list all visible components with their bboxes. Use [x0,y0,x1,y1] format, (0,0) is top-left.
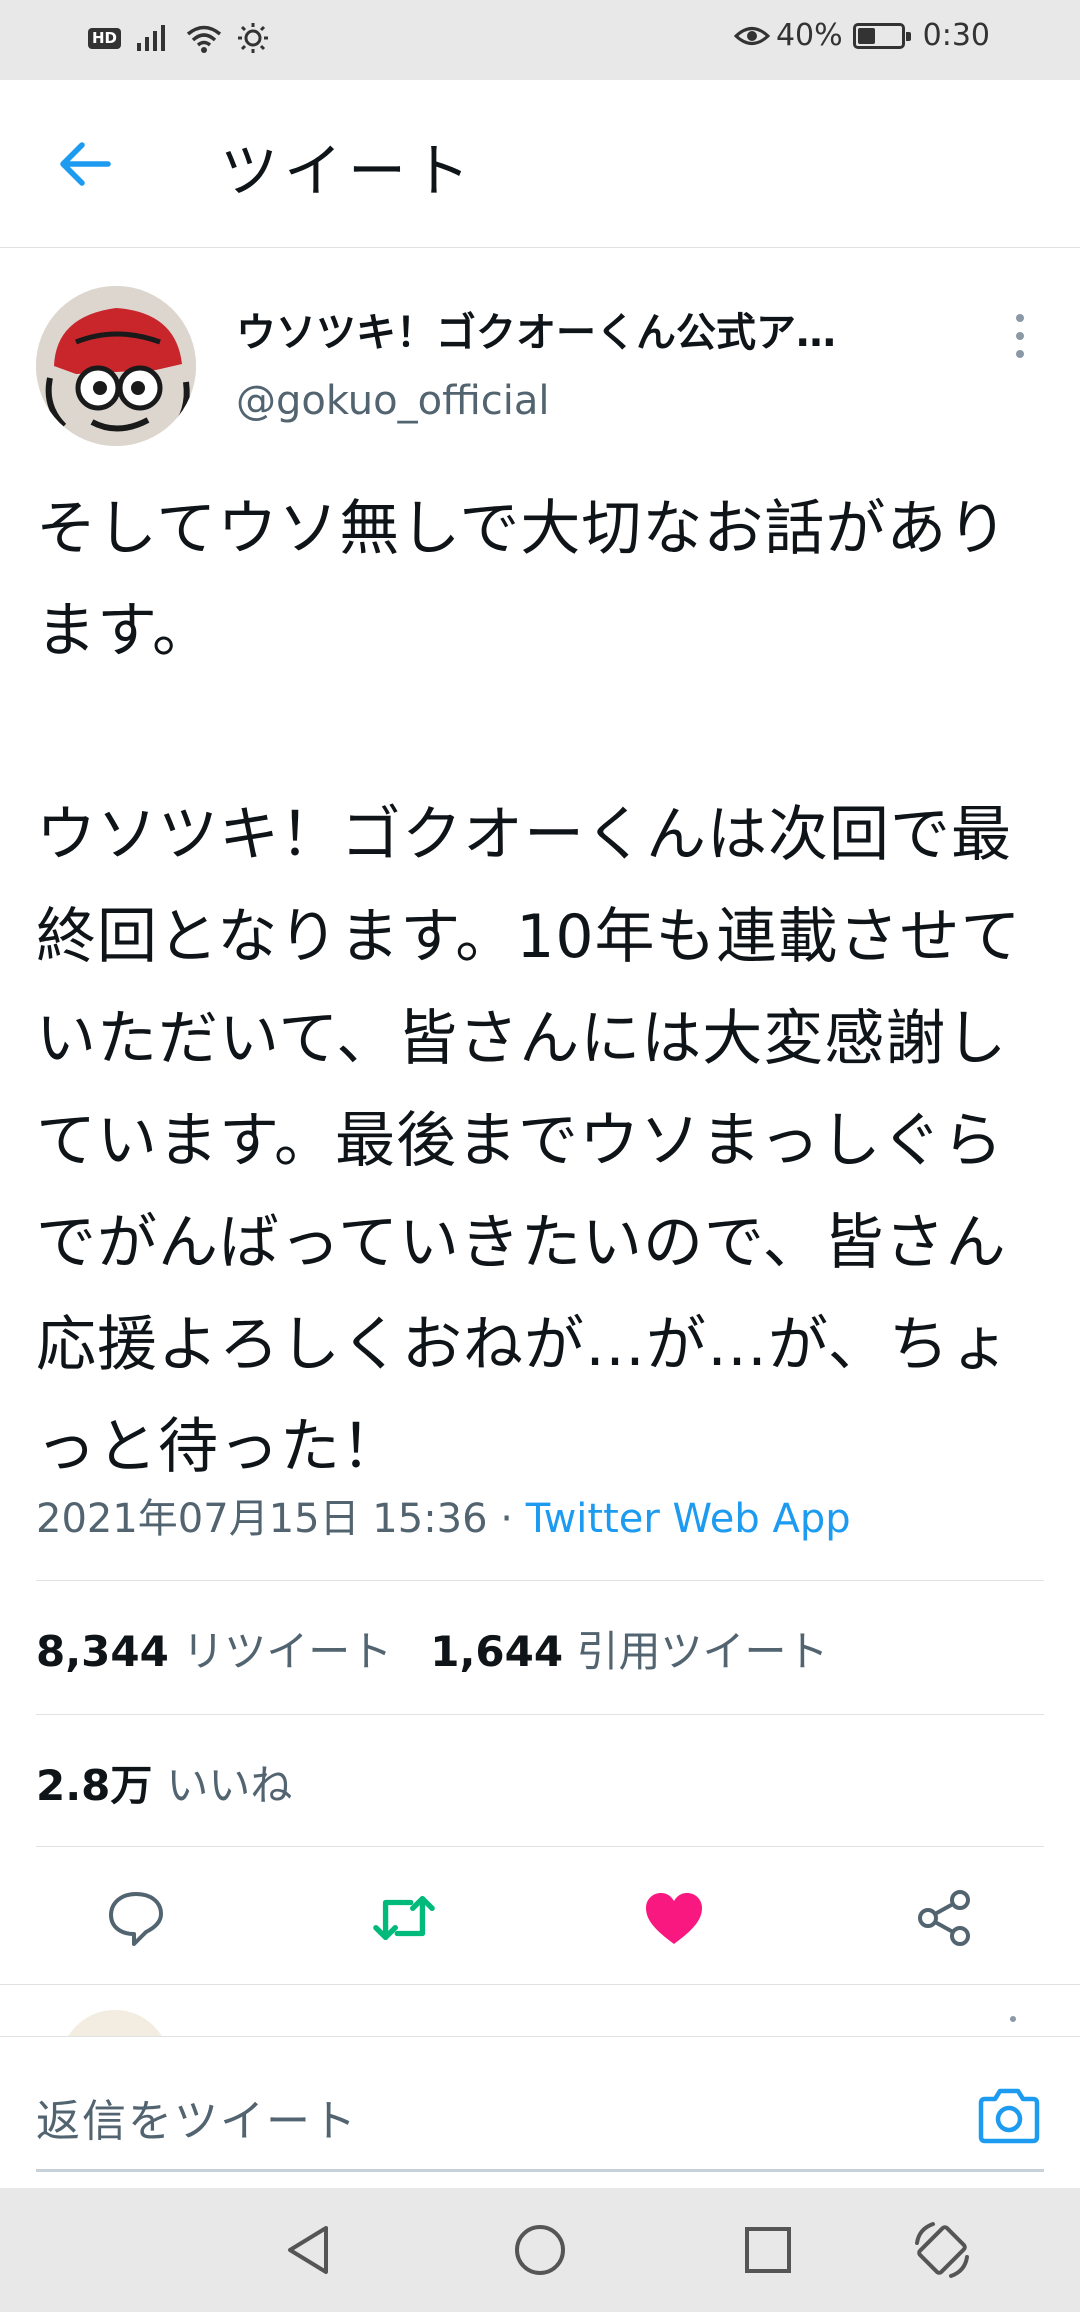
camera-button[interactable] [976,2087,1042,2145]
nav-back-button[interactable] [276,2218,340,2282]
divider [36,1846,1044,1847]
retweet-button[interactable] [372,1886,436,1950]
retweets-label: リツイート [182,1627,393,1676]
reply-avatar [60,2010,170,2038]
system-nav-bar [0,2188,1080,2312]
page-title: ツイート [220,137,477,205]
like-button[interactable] [642,1886,706,1950]
battery-icon [852,22,911,49]
divider [0,1984,1080,1985]
divider [36,1714,1044,1715]
reply-input[interactable]: 返信をツイート [36,2085,358,2149]
author-name[interactable]: ウソツキ！ゴクオーくん公式ア… [236,300,916,358]
battery-percent: 40% [775,18,843,53]
status-bar: HD 40% 0:30 [0,0,1080,80]
status-left: HD [88,22,269,54]
circle-home-icon [515,2225,565,2275]
nav-home-button[interactable] [508,2218,572,2282]
tweet-actions [0,1850,1080,1980]
more-dot-icon [1016,314,1024,322]
tweet-timestamp[interactable]: 2021年07月15日 15:36 [36,1496,488,1542]
triangle-back-icon [288,2226,328,2274]
retweet-stats: 8,344 リツイート 1,644 引用ツイート [36,1618,828,1679]
arrow-left-icon [60,142,111,186]
likes-label: いいね [166,1761,293,1810]
quotes-stat[interactable]: 1,644 引用ツイート [430,1618,828,1679]
quotes-label: 引用ツイート [576,1627,829,1676]
avatar-image [36,286,196,446]
likes-count: 2.8万 [36,1761,153,1810]
likes-stat[interactable]: 2.8万 いいね [36,1752,292,1813]
heart-icon [646,1893,702,1944]
rotate-screen-button[interactable] [910,2218,974,2282]
hd-badge: HD [88,27,122,49]
divider [36,1580,1044,1581]
back-button[interactable] [52,132,116,196]
share-icon [918,1890,970,1946]
clock: 0:30 [922,18,990,53]
tweet-text: そしてウソ無しで大切なお話があります。 ウソツキ！ゴクオーくんは次回で最終回とな… [36,494,1022,1482]
status-right: 40% 0:30 [733,18,990,53]
reply-composer: 返信をツイート [0,2036,1080,2188]
camera-icon [978,2088,1040,2144]
retweets-stat[interactable]: 8,344 リツイート [36,1618,392,1679]
retweet-icon [373,1895,435,1941]
more-dot-icon [1016,332,1024,340]
author-avatar[interactable] [36,286,196,446]
rotate-icon [915,2222,969,2278]
tweet-meta: 2021年07月15日 15:36 · Twitter Web App [36,1486,851,1544]
tweet-source[interactable]: Twitter Web App [526,1496,851,1542]
author-handle[interactable]: @gokuo_official [236,378,550,424]
wifi-icon [186,25,222,53]
nav-recents-button[interactable] [736,2218,800,2282]
more-dot-icon [1010,2016,1016,2022]
retweets-count: 8,344 [36,1627,169,1676]
more-dot-icon [1016,350,1024,358]
reply-button[interactable] [104,1886,168,1950]
battery-level [857,27,875,44]
brightness-icon [238,23,269,53]
eye-comfort-icon [733,26,770,45]
comment-icon [109,1892,163,1946]
square-recents-icon [745,2227,791,2273]
more-options-button[interactable] [1000,306,1040,366]
share-button[interactable] [912,1886,976,1950]
next-reply-peek[interactable] [0,1986,1080,2038]
quotes-count: 1,644 [430,1627,564,1676]
signal-icon [137,25,166,51]
reply-underline [36,2169,1044,2172]
top-app-bar: ツイート [0,80,1080,248]
meta-separator: · [487,1496,526,1542]
